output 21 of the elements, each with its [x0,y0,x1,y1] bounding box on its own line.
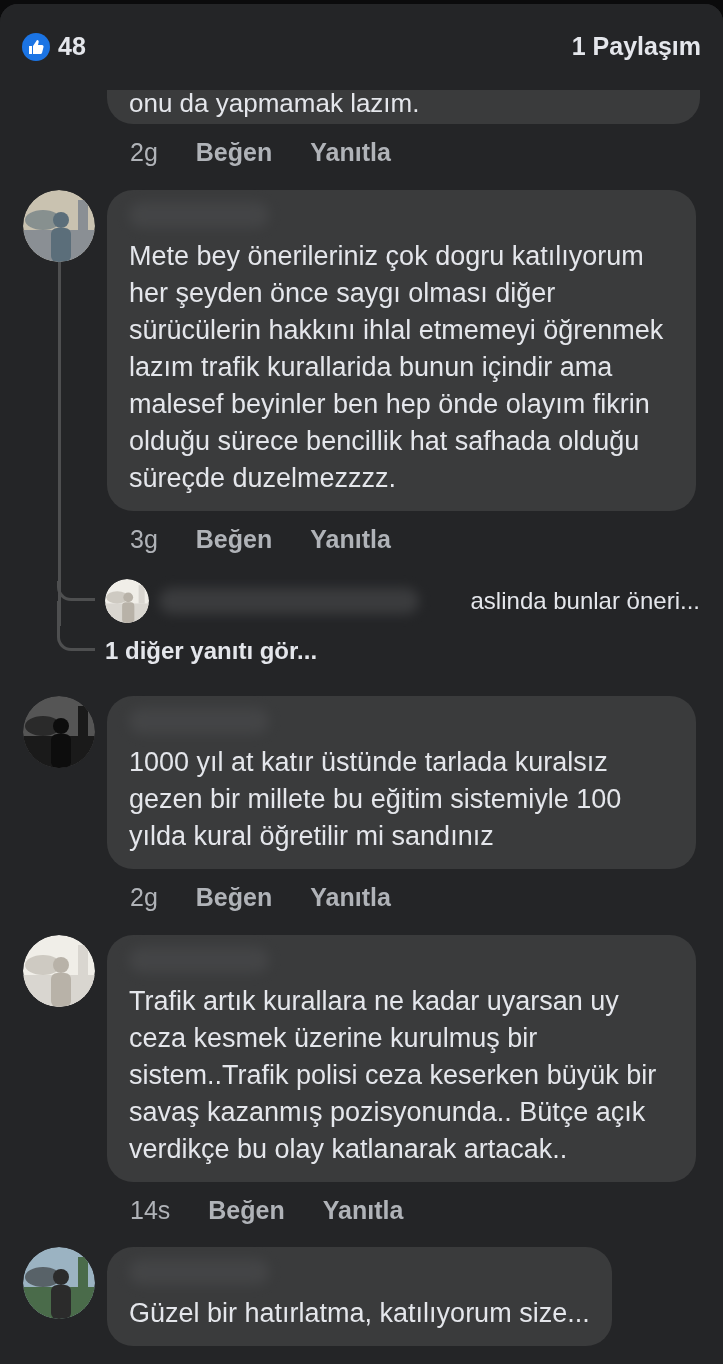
comment-text: 1000 yıl at katır üstünde tarlada kuralsız gezen bir millete bu eğitim sistemiyle 100 yılda kural öğretilir mi sandınız [129,746,623,853]
reply-preview-text[interactable]: aslinda bunlar öneri... [470,583,700,619]
like-icon [22,33,50,61]
comment-action-link[interactable]: Beğen [195,879,273,917]
comment-action-link[interactable]: Beğen [208,1191,285,1229]
comment-text: Güzel bir hatırlatma, katılıyorum size... [129,1297,590,1330]
comment-action-link[interactable]: Yanıtla [310,134,391,172]
comment-action-link[interactable]: Yanıtla [310,879,391,917]
shares-link[interactable]: 1 Paylaşım [571,28,701,66]
comment-time: 2g [130,882,158,913]
comment-time: 2g [130,137,158,168]
comment-action-link[interactable]: Yanıtla [310,520,391,558]
comment-time: 14s [130,1194,171,1226]
more-replies-link[interactable]: 1 diğer yanıtı gör... [105,633,318,669]
comment-action-link[interactable]: Yanıtla [322,1191,404,1229]
comment-text: Mete bey önerileriniz çok dogru katılıyorum her şeyden önce saygı olması diğer sürücülerin hakkını ihlal etmemeyi öğrenmek lazım trafik kurallarida bunun içindir ama malesef beyinler ben hep önde olayım fikrin olduğu sürece bencillik hat safhada olduğu süreçde duzelmezzzz. [129,239,665,495]
comment-action-link[interactable]: Beğen [195,520,273,558]
comment-action-link[interactable]: Beğen [195,134,273,172]
like-count: 48 [58,31,86,63]
comment-text: Trafik artık kurallara ne kadar uyarsan uy ceza kesmek üzerine kurulmuş bir sistem..Trafik polisi ceza keserken büyük bir savaş kazanmış pozisyonunda.. Bütçe açık verdikçe bu olay katlanarak artacak.. [129,984,658,1166]
comment-time: 3g [130,523,158,555]
